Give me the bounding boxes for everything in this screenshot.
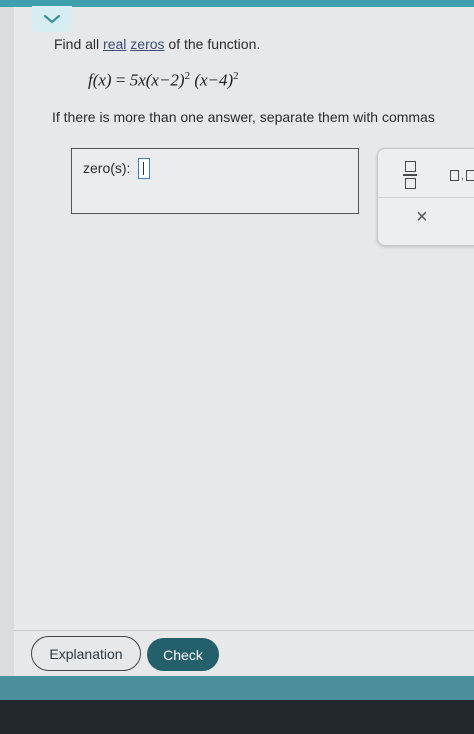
bottom-bar [0,676,474,700]
screen: Find all real zeros of the function. f(x… [0,0,474,700]
equation-lhs: f(x) [88,70,112,90]
equation-exp2: 2 [184,70,191,82]
list-box-2 [465,170,474,181]
check-button[interactable]: Check [147,638,219,671]
footer-divider [14,630,474,631]
question-text: Find all real zeros of the function. [54,36,260,52]
fraction-button[interactable] [400,161,420,189]
answer-box: zero(s): [71,148,359,214]
real-link[interactable]: real [103,36,126,52]
collapse-toggle[interactable] [32,6,72,32]
question-prefix: Find all [54,36,104,52]
comma-list-button[interactable]: , [450,169,474,182]
equation-exp3: 2 [233,70,239,82]
function-equation: f(x) = 5x(x−2)2 (x−4)2 [88,70,239,91]
equation-factor2: (x−2) [145,70,185,90]
tool-divider [378,197,474,198]
zeros-label: zero(s): [83,160,131,176]
equation-factor1: 5x [129,70,146,90]
math-tool-panel: , × [377,148,474,246]
equation-factor3: (x−4) [194,70,234,90]
zeros-link[interactable]: zeros [130,36,164,52]
comma-glyph: , [461,171,464,182]
question-suffix: of the function. [164,36,261,52]
clear-button[interactable]: × [416,207,428,227]
equation-equals: = [115,70,126,90]
left-rail [0,0,14,700]
explanation-button[interactable]: Explanation [31,636,141,671]
fraction-denominator-box [404,177,416,189]
screen-bezel [0,700,474,734]
list-box-1 [450,170,459,181]
chevron-down-icon [43,14,61,24]
zeros-input[interactable] [138,158,150,179]
instruction-text: If there is more than one answer, separa… [52,109,435,125]
fraction-bar [403,174,417,176]
fraction-numerator-box [404,161,416,172]
